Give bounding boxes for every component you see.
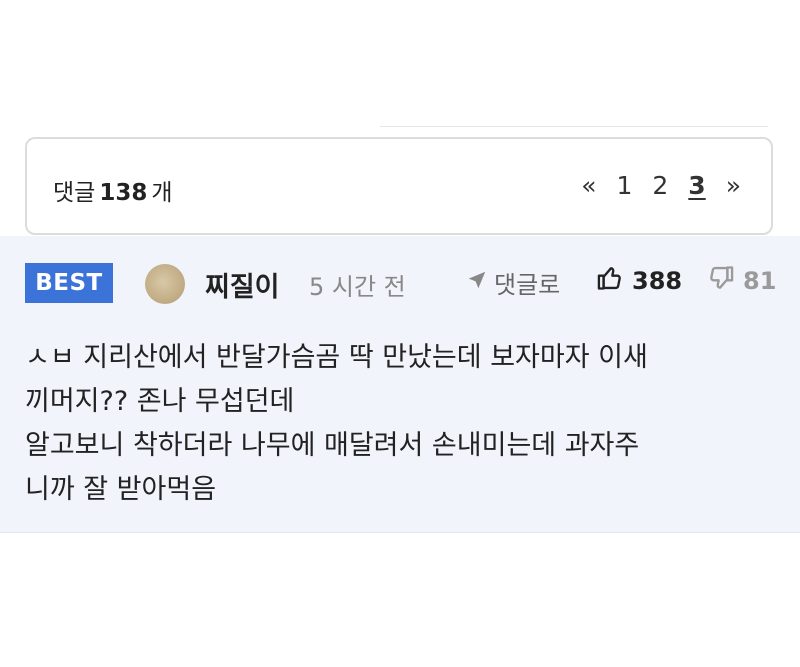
reply-button[interactable]: 댓글로 (466, 265, 560, 300)
comment-count-number: 138 (99, 180, 148, 206)
reply-label: 댓글로 (494, 271, 561, 299)
dislike-count: 81 (743, 267, 777, 295)
best-comment: BEST 찌질이 5 시간 전 댓글로 388 81 ㅅㅂ 지리산에서 반달가슴… (0, 236, 800, 533)
dislike-button[interactable]: 81 (707, 264, 776, 298)
paper-plane-icon (466, 269, 488, 297)
comment-count-unit: 개 (151, 180, 173, 206)
page-prev-button[interactable]: « (581, 171, 596, 200)
page-2-link[interactable]: 2 (652, 171, 668, 200)
comment-body: ㅅㅂ 지리산에서 반달가슴곰 딱 만났는데 보자마자 이새 끼머지?? 존나 무… (25, 336, 785, 512)
comment-author[interactable]: 찌질이 (205, 265, 280, 304)
page-1-link[interactable]: 1 (616, 171, 632, 200)
page-next-button[interactable]: » (726, 171, 741, 200)
like-button[interactable]: 388 (596, 264, 682, 298)
comment-time: 5 시간 전 (309, 273, 406, 301)
page: 댓글 138 개 « 1 2 3 » BEST 찌질이 5 시간 전 댓글로 3… (0, 0, 800, 667)
best-badge: BEST (25, 263, 113, 303)
thumbs-down-icon (707, 264, 735, 298)
avatar (145, 264, 185, 304)
thumbs-up-icon (596, 264, 624, 298)
comment-count-label: 댓글 (53, 180, 96, 206)
divider (380, 126, 768, 127)
comment-line: 알고보니 착하더라 나무에 매달려서 손내미는데 과자주 (25, 430, 640, 461)
page-3-link-current[interactable]: 3 (688, 171, 705, 200)
comment-line: 끼머지?? 존나 무섭던데 (25, 386, 295, 417)
like-count: 388 (632, 267, 683, 295)
pagination: « 1 2 3 » (581, 171, 741, 200)
comment-line: ㅅㅂ 지리산에서 반달가슴곰 딱 만났는데 보자마자 이새 (25, 342, 648, 373)
comment-count: 댓글 138 개 (53, 173, 173, 207)
comment-line: 니까 잘 받아먹음 (25, 474, 217, 505)
comments-header-box: 댓글 138 개 « 1 2 3 » (25, 137, 773, 235)
